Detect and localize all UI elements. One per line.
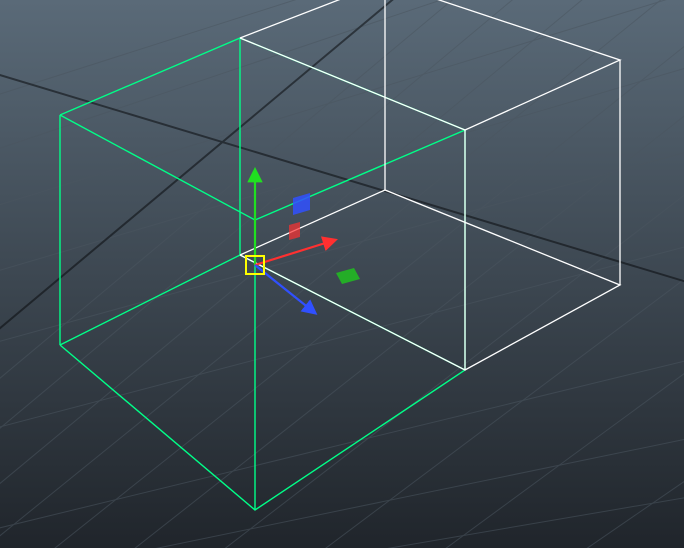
viewport-3d[interactable] bbox=[0, 0, 684, 548]
plane-yz-handle[interactable] bbox=[289, 222, 300, 240]
